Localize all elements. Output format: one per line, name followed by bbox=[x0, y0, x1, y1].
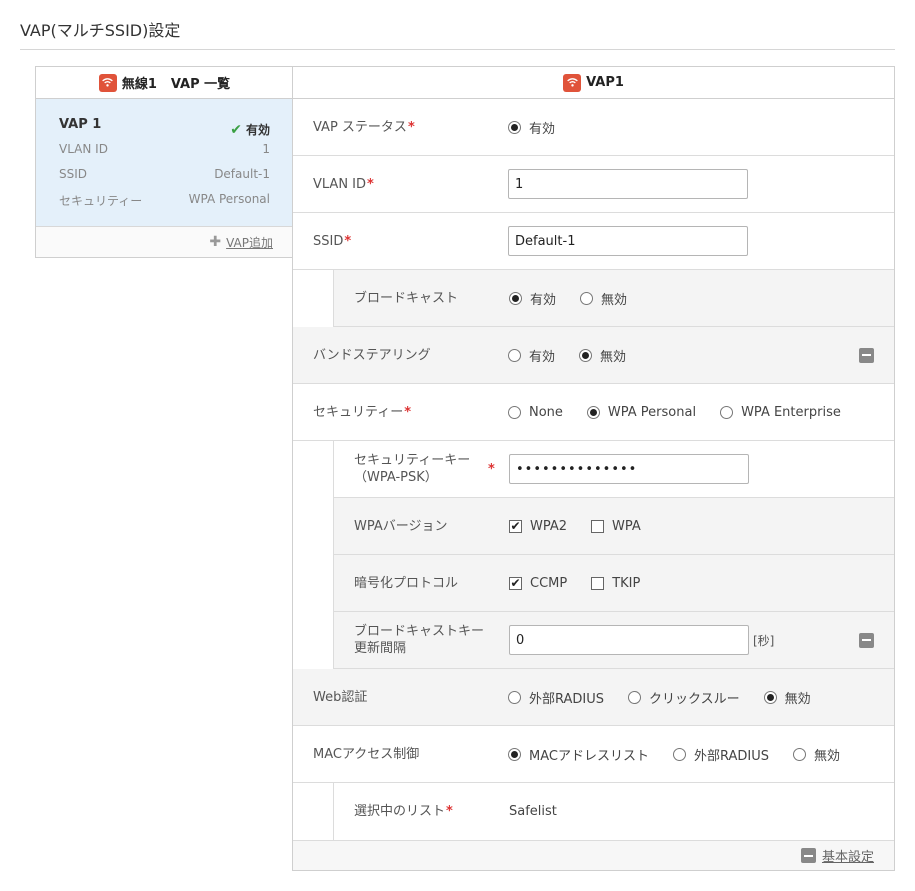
selected-list-value: Safelist bbox=[509, 804, 557, 819]
vap-card-ssid-label: SSID bbox=[59, 167, 88, 181]
vap-list-title: VAP 一覧 bbox=[170, 77, 231, 92]
row-web-auth: Web認証 外部RADIUS クリックスルー 無効 bbox=[293, 669, 894, 726]
vap-detail-title: VAP1 bbox=[586, 75, 624, 90]
mac-disabled-radio[interactable]: 無効 bbox=[792, 745, 840, 764]
wifi-icon bbox=[98, 73, 117, 92]
security-wpa-personal-radio[interactable]: WPA Personal bbox=[586, 405, 696, 420]
row-wpa-version: WPAバージョン ✔ WPA2 WPA bbox=[333, 498, 894, 555]
selected-list-label: 選択中のリスト* bbox=[354, 804, 453, 819]
tkip-checkbox[interactable]: TKIP bbox=[591, 576, 640, 591]
row-security-key: セキュリティーキー （WPA-PSK） * bbox=[333, 441, 894, 498]
row-ssid: SSID* bbox=[293, 213, 894, 270]
check-icon: ✔ bbox=[230, 121, 242, 138]
row-broadcast: ブロードキャスト 有効 無効 bbox=[333, 270, 894, 327]
security-none-radio[interactable]: None bbox=[508, 405, 563, 420]
vap-card-security-value: WPA Personal bbox=[188, 192, 270, 206]
vlan-id-label: VLAN ID* bbox=[313, 176, 374, 192]
wpa2-checkbox[interactable]: ✔ WPA2 bbox=[509, 519, 567, 534]
row-selected-list: 選択中のリスト* Safelist bbox=[333, 783, 894, 840]
web-auth-disabled-radio[interactable]: 無効 bbox=[763, 688, 811, 707]
wpa-checkbox[interactable]: WPA bbox=[591, 519, 641, 534]
detail-footer: 基本設定 bbox=[293, 840, 894, 870]
vap-list-radio-name: 無線1 bbox=[121, 77, 157, 92]
page-title: VAP(マルチSSID)設定 bbox=[20, 21, 181, 40]
web-auth-label: Web認証 bbox=[313, 689, 368, 705]
security-wpa-enterprise-radio[interactable]: WPA Enterprise bbox=[720, 405, 841, 420]
row-rekey-interval: ブロードキャストキー 更新間隔 [秒] bbox=[333, 612, 894, 669]
vap-detail-header: VAP1 bbox=[293, 67, 894, 99]
row-mac-access: MACアクセス制御 MACアドレスリスト 外部RADIUS 無効 bbox=[293, 726, 894, 783]
rekey-input[interactable] bbox=[509, 625, 749, 655]
vap-status-label: VAP ステータス* bbox=[313, 119, 415, 135]
band-steering-label: バンドステアリング bbox=[313, 347, 431, 363]
add-vap-link[interactable]: VAP追加 bbox=[226, 234, 273, 251]
rekey-unit: [秒] bbox=[753, 633, 775, 648]
vap-detail-panel: VAP1 VAP ステータス* 有効 VLAN ID* SSID* ブロードキャ… bbox=[292, 66, 895, 871]
row-vlan-id: VLAN ID* bbox=[293, 156, 894, 213]
ccmp-checkbox[interactable]: ✔ CCMP bbox=[509, 576, 567, 591]
mac-address-list-radio[interactable]: MACアドレスリスト bbox=[508, 745, 649, 764]
row-security: セキュリティー* None WPA Personal WPA Enterpris… bbox=[293, 384, 894, 441]
row-vap-status: VAP ステータス* 有効 bbox=[293, 99, 894, 156]
radio-icon[interactable] bbox=[508, 120, 521, 134]
security-key-input[interactable] bbox=[509, 454, 749, 484]
collapse-icon[interactable] bbox=[800, 848, 816, 863]
vlan-id-input[interactable] bbox=[508, 169, 748, 199]
row-band-steering: バンドステアリング 有効 無効 bbox=[293, 327, 894, 384]
band-steering-enabled-radio[interactable]: 有効 bbox=[508, 346, 555, 365]
status-badge: ✔ 有効 bbox=[230, 117, 270, 142]
basic-settings-link[interactable]: 基本設定 bbox=[822, 846, 874, 865]
plus-icon[interactable]: ✚ bbox=[209, 234, 221, 250]
status-text: 有効 bbox=[245, 123, 270, 137]
collapse-icon[interactable] bbox=[859, 347, 874, 363]
mac-radius-radio[interactable]: 外部RADIUS bbox=[672, 745, 769, 764]
security-label: セキュリティー* bbox=[313, 404, 412, 420]
broadcast-enabled-radio[interactable]: 有効 bbox=[509, 289, 556, 308]
wpa-version-label: WPAバージョン bbox=[354, 518, 448, 534]
vap-list-header: 無線1 VAP 一覧 bbox=[36, 67, 293, 99]
ssid-label: SSID* bbox=[313, 233, 352, 249]
web-auth-clickthrough-radio[interactable]: クリックスルー bbox=[628, 688, 740, 707]
vap-card-name: VAP 1 bbox=[59, 117, 102, 132]
security-key-label: セキュリティーキー （WPA-PSK） bbox=[354, 453, 471, 485]
vap-status-enabled-radio[interactable]: 有効 bbox=[508, 118, 555, 137]
vap-card-vlan-label: VLAN ID bbox=[59, 142, 108, 156]
broadcast-disabled-radio[interactable]: 無効 bbox=[580, 289, 627, 308]
band-steering-disabled-radio[interactable]: 無効 bbox=[579, 346, 626, 365]
required-mark: * bbox=[488, 461, 495, 477]
title-divider bbox=[20, 49, 895, 50]
add-vap-row: ✚ VAP追加 bbox=[36, 227, 293, 257]
encryption-label: 暗号化プロトコル bbox=[354, 575, 459, 591]
wifi-icon bbox=[563, 73, 582, 92]
row-encryption: 暗号化プロトコル ✔ CCMP TKIP bbox=[333, 555, 894, 612]
vap-card-ssid-value: Default-1 bbox=[214, 167, 270, 181]
vap-card-vap1[interactable]: VAP 1 ✔ 有効 VLAN ID 1 SSID Default-1 セキュリ… bbox=[36, 99, 293, 227]
collapse-icon[interactable] bbox=[859, 632, 874, 648]
rekey-label: ブロードキャストキー 更新間隔 bbox=[354, 624, 485, 656]
broadcast-label: ブロードキャスト bbox=[354, 290, 459, 306]
vap-list-panel: 無線1 VAP 一覧 VAP 1 ✔ 有効 VLAN ID 1 SSID Def… bbox=[35, 66, 293, 258]
web-auth-radius-radio[interactable]: 外部RADIUS bbox=[508, 688, 604, 707]
ssid-input[interactable] bbox=[508, 226, 748, 256]
vap-card-vlan-value: 1 bbox=[262, 142, 270, 156]
vap-card-security-label: セキュリティー bbox=[59, 194, 143, 208]
mac-access-label: MACアクセス制御 bbox=[313, 746, 420, 762]
